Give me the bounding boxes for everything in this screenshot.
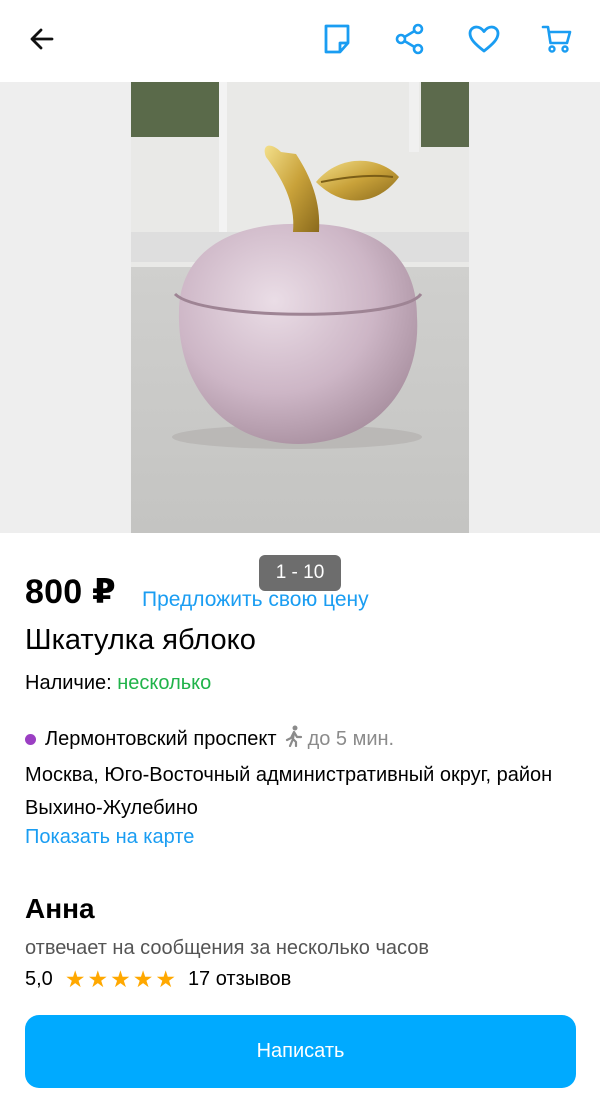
star-icon: ★ <box>155 966 176 992</box>
cart-button[interactable] <box>533 17 581 65</box>
offer-price-link[interactable]: Предложить свою цену <box>142 588 369 612</box>
favorite-button[interactable] <box>460 17 508 65</box>
cart-icon <box>541 23 573 60</box>
share-icon <box>394 23 426 60</box>
seller-rating[interactable]: 5,0 ★ ★ ★ ★ ★ 17 отзывов <box>25 968 291 991</box>
arrow-left-icon <box>27 24 57 59</box>
watermark: Avito <box>420 594 445 606</box>
metro-name: Лермонтовский проспект <box>45 727 277 750</box>
heart-icon <box>467 24 501 59</box>
walk-time: до 5 мин. <box>285 725 395 753</box>
reviews-count: 17 отзывов <box>187 968 292 990</box>
walk-time-text: до 5 мин. <box>307 727 395 750</box>
metro-line-dot <box>25 733 36 745</box>
seller-name[interactable]: Анна <box>25 893 95 925</box>
rating-value: 5,0 <box>25 968 53 990</box>
note-icon <box>322 23 352 60</box>
note-button[interactable] <box>313 17 361 65</box>
star-icon: ★ <box>64 966 86 992</box>
star-icon: ★ <box>132 966 154 992</box>
show-on-map-link[interactable]: Показать на карте <box>25 826 194 849</box>
availability-label: Наличие: <box>25 672 112 694</box>
star-icon: ★ <box>87 966 109 992</box>
listing-title: Шкатулка яблоко <box>25 624 256 656</box>
rating-stars: ★ ★ ★ ★ ★ <box>65 968 178 991</box>
photo-gallery[interactable]: 1 - 10 Avito <box>0 82 600 606</box>
address: Москва, Юго-Восточный административный о… <box>25 764 553 819</box>
photo-counter: 1 - 10 <box>259 555 341 591</box>
product-photo[interactable] <box>131 82 469 533</box>
availability-value: несколько <box>117 672 212 694</box>
price: 800 ₽ <box>25 573 116 611</box>
walking-icon <box>285 725 303 753</box>
share-button[interactable] <box>386 17 434 65</box>
write-message-button[interactable]: Написать <box>25 1015 576 1088</box>
seller-response-time: отвечает на сообщения за несколько часов <box>25 937 429 959</box>
availability: Наличие: несколько <box>25 672 211 695</box>
star-icon: ★ <box>110 966 131 992</box>
back-button[interactable] <box>18 17 66 65</box>
metro-station: Лермонтовский проспект до 5 мин. <box>25 725 394 753</box>
top-bar <box>0 0 600 82</box>
